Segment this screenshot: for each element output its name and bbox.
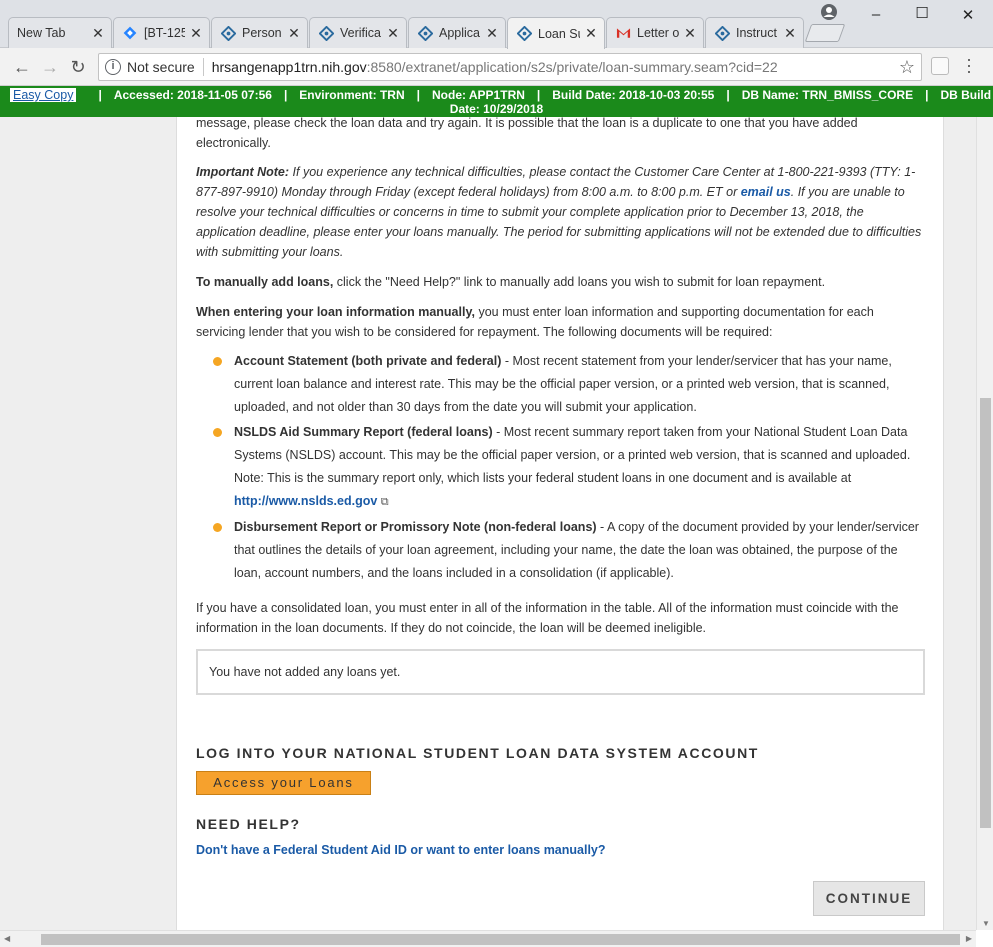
- empty-state-message: You have not added any loans yet.: [209, 665, 401, 679]
- external-link-icon: ⧉: [380, 496, 389, 508]
- important-label: Important Note:: [196, 165, 290, 179]
- security-label: Not secure: [127, 59, 195, 75]
- nslds-section-heading: LOG INTO YOUR NATIONAL STUDENT LOAN DATA…: [196, 745, 759, 761]
- tab-close-icon[interactable]: ✕: [91, 25, 105, 42]
- scroll-down-icon[interactable]: ▼: [982, 919, 990, 928]
- address-bar[interactable]: i Not secure hrsangenapp1trn.nih.gov:858…: [98, 53, 922, 81]
- extension-icon[interactable]: [931, 57, 949, 75]
- hrsa-logo-icon: [714, 25, 730, 41]
- manual-text: click the "Need Help?" link to manually …: [333, 275, 826, 289]
- paragraph-line: electronically.: [196, 136, 271, 150]
- continue-button[interactable]: CONTINUE: [813, 881, 925, 916]
- tab-title: New Tab: [17, 26, 66, 40]
- tab-close-icon[interactable]: ✕: [683, 25, 697, 42]
- loans-table-empty: You have not added any loans yet.: [196, 649, 925, 695]
- document-title: Disbursement Report or Promissory Note (…: [234, 520, 597, 534]
- accessed-info: Accessed: 2018-11-05 07:56: [113, 88, 272, 102]
- browser-tab-active[interactable]: Loan Su ✕: [507, 17, 605, 49]
- browser-tab[interactable]: Applica ✕: [408, 17, 506, 48]
- url-path: :8580/extranet/application/s2s/private/l…: [366, 59, 778, 75]
- horizontal-scroll-thumb[interactable]: [41, 934, 960, 945]
- browser-tab[interactable]: New Tab ✕: [8, 17, 112, 48]
- list-item: Disbursement Report or Promissory Note (…: [196, 516, 926, 585]
- easy-copy-link[interactable]: Easy Copy: [10, 88, 77, 102]
- db-name-info: DB Name: TRN_BMISS_CORE: [741, 88, 914, 102]
- list-item: Account Statement (both private and fede…: [196, 350, 926, 419]
- entering-info-paragraph: When entering your loan information manu…: [196, 302, 926, 342]
- paragraph-line: message, please check the loan data and …: [196, 116, 858, 130]
- browser-tab[interactable]: Verifica ✕: [309, 17, 407, 48]
- tab-close-icon[interactable]: ✕: [287, 25, 301, 42]
- divider: [202, 58, 204, 76]
- tab-title: Applica: [439, 26, 480, 40]
- vertical-scroll-thumb[interactable]: [980, 398, 991, 828]
- environment-info: Environment: TRN: [299, 88, 405, 102]
- minimize-icon[interactable]: –: [866, 6, 886, 23]
- environment-banner: Easy Copy | Accessed: 2018-11-05 07:56 | Env…: [0, 86, 993, 117]
- reload-icon[interactable]: ↻: [68, 57, 88, 77]
- document-title: NSLDS Aid Summary Report (federal loans): [234, 425, 493, 439]
- tab-title: Letter o: [637, 26, 679, 40]
- required-documents-list: Account Statement (both private and fede…: [196, 350, 926, 587]
- tab-close-icon[interactable]: ✕: [386, 25, 400, 42]
- access-loans-button[interactable]: Access your Loans: [196, 771, 371, 795]
- tab-title: Person: [242, 26, 282, 40]
- bullet-dot-icon: [213, 428, 222, 437]
- info-icon[interactable]: i: [105, 59, 121, 75]
- tab-close-icon[interactable]: ✕: [485, 25, 499, 42]
- browser-tab-strip: New Tab ✕ [BT-125 ✕ Person ✕ Verifica ✕ …: [0, 0, 993, 49]
- tab-title: Instruct: [736, 26, 777, 40]
- list-item: NSLDS Aid Summary Report (federal loans)…: [196, 421, 926, 514]
- window-close-icon[interactable]: ✕: [958, 6, 978, 24]
- manual-label: To manually add loans,: [196, 275, 334, 289]
- hrsa-logo-icon: [318, 25, 334, 41]
- hrsa-logo-icon: [220, 25, 236, 41]
- important-note: Important Note: If you experience any te…: [196, 162, 926, 262]
- consolidated-loan-paragraph: If you have a consolidated loan, you mus…: [196, 601, 899, 635]
- entering-label: When entering your loan information manu…: [196, 305, 475, 319]
- profile-icon[interactable]: [820, 3, 838, 21]
- page-background: message, please check the loan data and …: [0, 86, 976, 930]
- db-build-date: Date: 10/29/2018: [449, 102, 544, 116]
- enter-loans-manually-link[interactable]: Don't have a Federal Student Aid ID or w…: [196, 843, 606, 857]
- maximize-icon[interactable]: ☐: [912, 4, 932, 22]
- browser-tab[interactable]: Instruct ✕: [705, 17, 804, 48]
- vertical-scrollbar[interactable]: ▲ ▼: [976, 86, 993, 930]
- info-paragraph: message, please check the loan data and …: [196, 113, 926, 153]
- bullet-dot-icon: [213, 523, 222, 532]
- tab-close-icon[interactable]: ✕: [584, 25, 598, 42]
- document-title: Account Statement (both private and fede…: [234, 354, 502, 368]
- back-arrow-icon[interactable]: ←: [12, 57, 32, 77]
- nslds-link[interactable]: http://www.nslds.ed.gov: [234, 494, 377, 508]
- jira-diamond-icon: [122, 25, 138, 41]
- hrsa-logo-icon: [516, 26, 532, 42]
- horizontal-scrollbar[interactable]: ◀ ▶: [0, 930, 976, 947]
- forward-arrow-icon[interactable]: →: [40, 57, 60, 77]
- new-tab-button[interactable]: [804, 24, 846, 42]
- bookmark-star-icon[interactable]: ☆: [899, 57, 915, 78]
- loan-summary-panel: message, please check the loan data and …: [176, 86, 944, 930]
- bullet-dot-icon: [213, 357, 222, 366]
- node-info: Node: APP1TRN: [432, 88, 525, 102]
- tab-close-icon[interactable]: ✕: [189, 25, 203, 42]
- browser-tab[interactable]: Letter o ✕: [606, 17, 704, 48]
- browser-tab[interactable]: Person ✕: [211, 17, 308, 48]
- tab-close-icon[interactable]: ✕: [783, 25, 797, 42]
- manual-add-paragraph: To manually add loans, click the "Need H…: [196, 272, 926, 292]
- email-us-link[interactable]: email us: [741, 185, 791, 199]
- url-host: hrsangenapp1trn.nih.gov: [211, 59, 367, 75]
- build-date-info: Build Date: 2018-10-03 20:55: [552, 88, 715, 102]
- hrsa-logo-icon: [417, 25, 433, 41]
- browser-toolbar: ← → ↻ i Not secure hrsangenapp1trn.nih.g…: [0, 48, 993, 86]
- scroll-right-icon[interactable]: ▶: [966, 934, 972, 943]
- gmail-icon: [615, 25, 631, 41]
- browser-tab[interactable]: [BT-125 ✕: [113, 17, 210, 48]
- need-help-heading: NEED HELP?: [196, 816, 301, 832]
- browser-menu-icon[interactable]: · · ·: [962, 50, 976, 80]
- tab-title: [BT-125: [144, 26, 185, 40]
- tab-title: Verifica: [340, 26, 381, 40]
- tab-title: Loan Su: [538, 26, 580, 41]
- db-build-info: DB Build: [940, 88, 992, 102]
- scroll-left-icon[interactable]: ◀: [4, 934, 10, 943]
